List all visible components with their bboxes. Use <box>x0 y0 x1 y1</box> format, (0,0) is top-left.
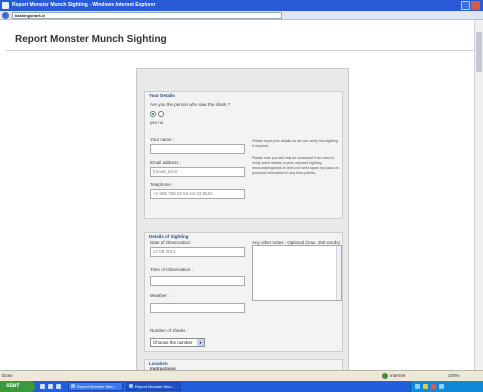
notes-textarea[interactable] <box>252 245 342 301</box>
radio-labels: yes no <box>150 120 164 125</box>
verify-note: Please input your details so we can veri… <box>252 139 338 148</box>
chevron-down-icon[interactable]: ▾ <box>197 339 204 346</box>
taskbar-item-label: Report Monster Mun... <box>77 384 117 389</box>
date-input[interactable]: 17.05.2012 <box>150 247 245 257</box>
name-label: Your name : <box>150 137 175 142</box>
status-text: Done <box>2 373 13 378</box>
taskbar: start Report Monster Mun... Report Monst… <box>0 381 483 392</box>
time-input[interactable] <box>150 276 245 286</box>
window-icon <box>71 384 75 388</box>
tray-icon-4[interactable] <box>439 384 444 389</box>
address-bar: baskingshark.ie <box>0 11 483 20</box>
scrollbar-thumb[interactable] <box>476 32 482 72</box>
notes-scrollbar[interactable] <box>336 246 341 300</box>
tray-icon-3[interactable] <box>431 384 436 389</box>
url-host: baskingshark.ie <box>15 13 46 18</box>
telephone-input[interactable]: +1 555 768 23 54 ext 23 BUG <box>150 189 245 199</box>
sighting-form: Your Details Are you the person who saw … <box>136 68 349 382</box>
quicklaunch-media-icon[interactable] <box>56 384 61 389</box>
details-of-sighting-fieldset: Details of Sighting Date of Observation … <box>144 232 343 352</box>
sharks-selected-value: Choose the number <box>153 340 193 345</box>
privacy-note: Please note you will only be contacted i… <box>252 156 339 175</box>
name-input[interactable] <box>150 144 245 154</box>
date-label: Date of Observation : <box>150 240 193 245</box>
weather-input[interactable] <box>150 303 245 313</box>
url-field[interactable]: baskingshark.ie <box>12 12 282 19</box>
saw-shark-question: Are you the person who saw the shark ? <box>150 102 231 107</box>
start-button[interactable]: start <box>0 381 35 392</box>
page-content: Report Monster Munch Sighting Your Detai… <box>0 20 483 382</box>
radio-no[interactable] <box>158 111 164 117</box>
taskbar-item-2[interactable]: Report Monster Mun... <box>126 382 181 391</box>
radio-yes[interactable] <box>150 111 156 117</box>
email-label: Email address : <box>150 160 182 165</box>
close-button[interactable] <box>471 1 480 10</box>
sharks-label: Number of sharks : <box>150 328 189 333</box>
system-tray <box>410 381 483 392</box>
quicklaunch-desktop-icon[interactable] <box>48 384 53 389</box>
sharks-select[interactable]: Choose the number ▾ <box>150 338 205 347</box>
status-bar: Done Internet 100% <box>0 370 483 381</box>
globe-icon <box>382 373 388 379</box>
taskbar-item-label: Report Monster Mun... <box>135 384 175 389</box>
time-label: Time of Observation : <box>150 267 193 272</box>
weather-label: Weather : <box>150 293 170 298</box>
screen: Report Monster Munch Sighting - Windows … <box>0 0 483 392</box>
back-icon[interactable] <box>2 12 9 19</box>
page-title: Report Monster Munch Sighting <box>15 34 167 45</box>
details-of-sighting-legend: Details of Sighting <box>149 234 189 239</box>
title-divider <box>6 50 474 51</box>
your-details-fieldset: Your Details Are you the person who saw … <box>144 91 343 219</box>
tray-icon-1[interactable] <box>415 384 420 389</box>
email-input[interactable]: forced_error <box>150 167 245 177</box>
tray-icon-2[interactable] <box>423 384 428 389</box>
window-title-bar: Report Monster Munch Sighting - Windows … <box>0 0 483 11</box>
window-title: Report Monster Munch Sighting - Windows … <box>12 2 156 8</box>
ie-icon <box>2 2 9 9</box>
security-zone: Internet <box>390 373 406 378</box>
page-scrollbar[interactable] <box>474 20 483 381</box>
your-details-legend: Your Details <box>149 93 175 98</box>
maximize-button[interactable] <box>461 1 470 10</box>
quicklaunch-ie-icon[interactable] <box>40 384 45 389</box>
window-icon <box>129 384 133 388</box>
taskbar-item-1[interactable]: Report Monster Mun... <box>68 382 123 391</box>
zoom-level[interactable]: 100% <box>448 373 460 378</box>
telephone-label: Telephone : <box>150 182 174 187</box>
